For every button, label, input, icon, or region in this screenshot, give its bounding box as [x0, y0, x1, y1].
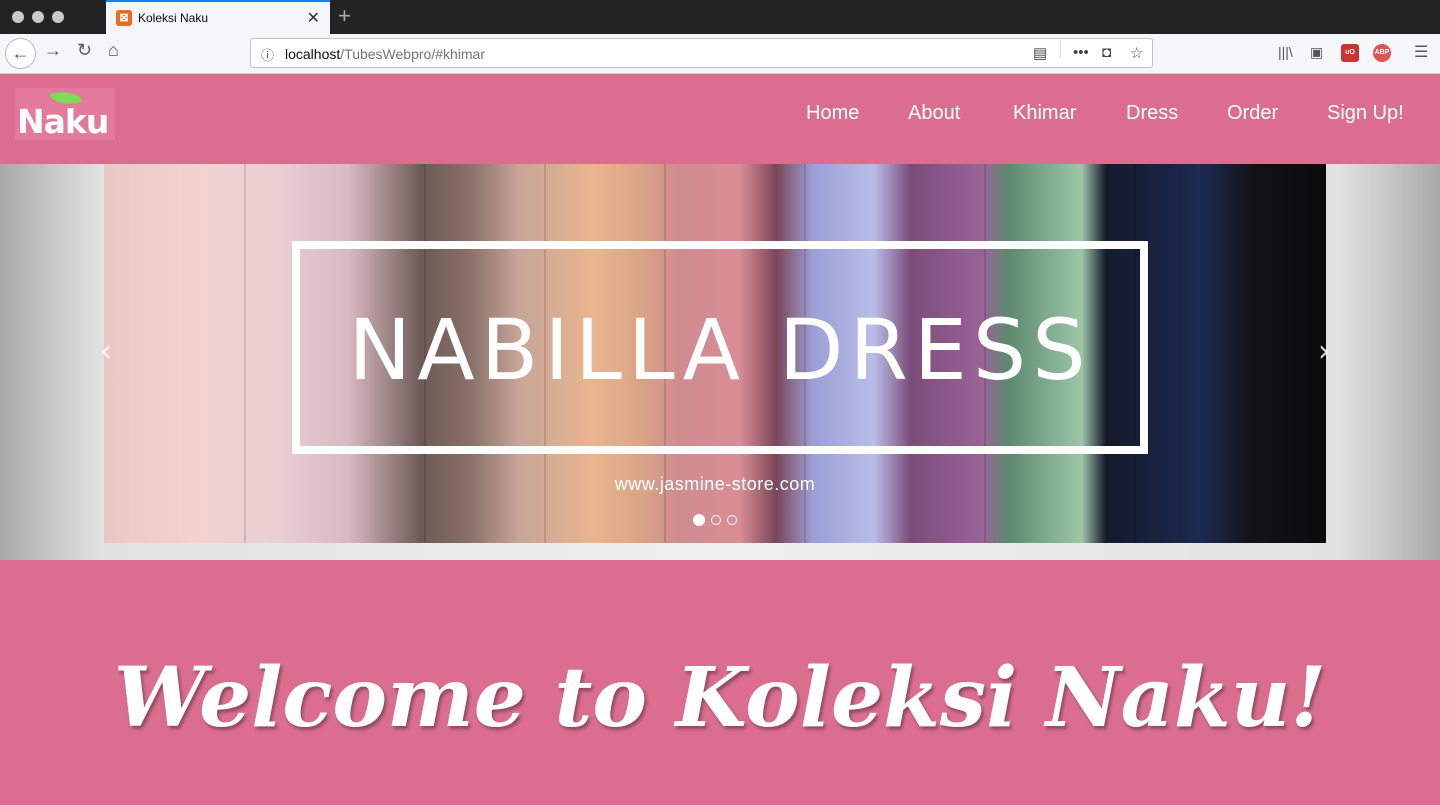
site-logo[interactable]: Naku — [15, 86, 115, 141]
menu-icon[interactable]: ☰ — [1414, 42, 1428, 62]
reader-view-icon[interactable]: ▤ — [1033, 44, 1047, 62]
carousel-slide: NABILLA DRESS www.jasmine-store.com — [104, 164, 1326, 543]
ublock-icon[interactable]: uO — [1341, 44, 1359, 62]
site-header: Naku Home About Khimar Dress Order Sign … — [0, 74, 1440, 164]
maximize-window-button[interactable] — [52, 11, 64, 23]
url-path: /TubesWebpro/#khimar — [340, 46, 485, 62]
nav-sign-up[interactable]: Sign Up! — [1327, 102, 1404, 125]
info-icon[interactable]: ⓘ — [261, 45, 274, 64]
nav-khimar[interactable]: Khimar — [1013, 102, 1076, 125]
browser-toolbar: ← → ↻ ⌂ ⓘ localhost/TubesWebpro/#khimar … — [0, 34, 1440, 74]
address-bar[interactable]: ⓘ localhost/TubesWebpro/#khimar ▤ ••• ◘ … — [250, 38, 1153, 68]
home-icon[interactable]: ⌂ — [108, 40, 119, 61]
back-icon[interactable]: ← — [5, 38, 36, 69]
nav-dress[interactable]: Dress — [1126, 102, 1178, 125]
forward-icon[interactable]: → — [44, 40, 62, 61]
slide-website: www.jasmine-store.com — [614, 474, 816, 494]
reload-icon[interactable]: ↻ — [77, 40, 92, 61]
tab-title: Koleksi Naku — [138, 11, 209, 25]
hero-carousel: NABILLA DRESS www.jasmine-store.com ‹ › — [0, 164, 1440, 560]
library-icon[interactable]: |||\ — [1278, 44, 1293, 60]
sidebar-icon[interactable]: ▣ — [1310, 44, 1323, 61]
bookmark-star-icon[interactable]: ☆ — [1130, 44, 1143, 62]
close-tab-icon[interactable]: ✕ — [307, 8, 320, 28]
slide-title: NABILLA DRESS — [348, 301, 1092, 399]
carousel-indicator-1[interactable] — [693, 513, 705, 526]
carousel-indicators — [693, 511, 743, 529]
close-window-button[interactable] — [12, 11, 24, 23]
carousel-indicator-3[interactable] — [727, 514, 737, 525]
new-tab-icon[interactable]: + — [338, 3, 351, 29]
adblock-plus-icon[interactable]: ABP — [1373, 44, 1391, 62]
minimize-window-button[interactable] — [32, 11, 44, 23]
welcome-section: Welcome to Koleksi Naku! — [0, 560, 1440, 805]
nav-home[interactable]: Home — [806, 102, 859, 125]
chevron-right-icon[interactable]: › — [1318, 334, 1330, 369]
carousel-indicator-2[interactable] — [711, 514, 721, 525]
slide-title-frame: NABILLA DRESS — [292, 241, 1148, 454]
welcome-title: Welcome to Koleksi Naku! — [113, 650, 1327, 746]
browser-tab[interactable]: ⊠ Koleksi Naku ✕ — [106, 0, 330, 34]
url-text[interactable]: localhost/TubesWebpro/#khimar — [285, 46, 485, 62]
page-actions-icon[interactable]: ••• — [1073, 44, 1089, 61]
divider — [1060, 40, 1061, 58]
xampp-icon: ⊠ — [116, 10, 132, 26]
logo-text: Naku — [17, 102, 109, 141]
nav-about[interactable]: About — [908, 102, 960, 125]
nav-order[interactable]: Order — [1227, 102, 1278, 125]
url-host: localhost — [285, 46, 341, 62]
chevron-left-icon[interactable]: ‹ — [100, 334, 112, 369]
browser-tab-bar: ⊠ Koleksi Naku ✕ + — [0, 0, 1440, 34]
pocket-icon[interactable]: ◘ — [1102, 44, 1111, 61]
